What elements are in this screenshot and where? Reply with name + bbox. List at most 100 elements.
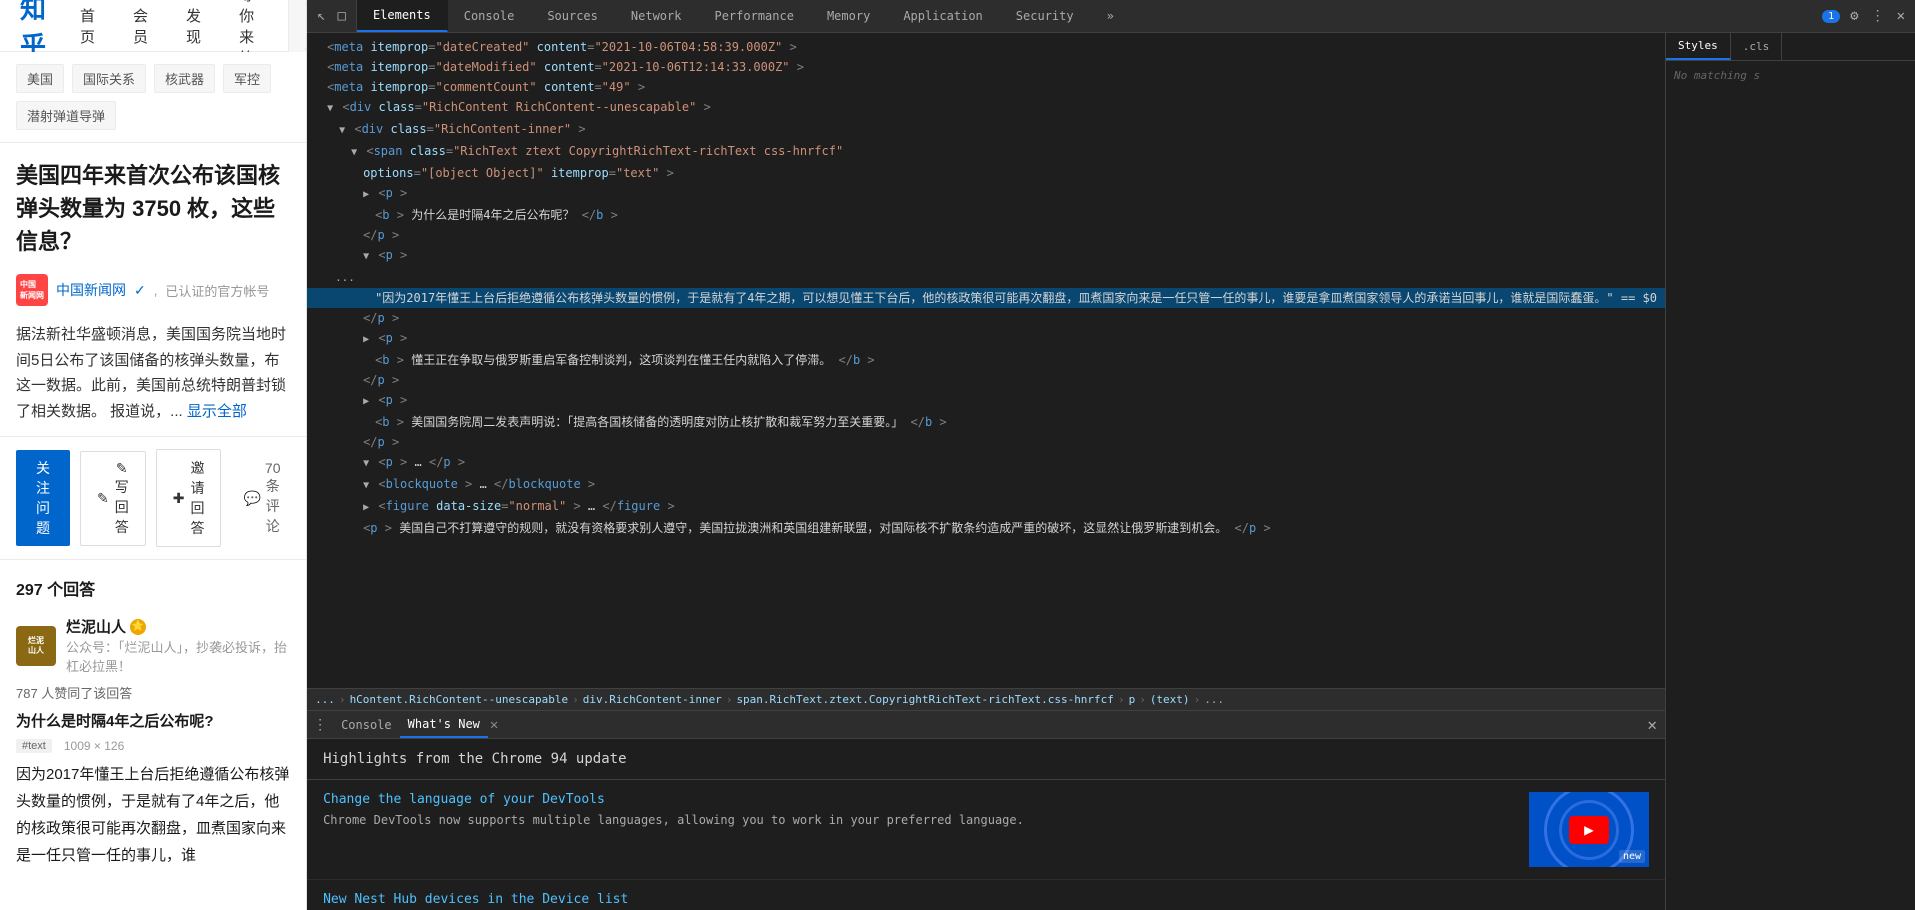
invite-button[interactable]: ✚ 邀请回答: [156, 449, 222, 547]
styles-tab-cls[interactable]: .cls: [1731, 33, 1783, 60]
tab-more[interactable]: »: [1091, 0, 1131, 32]
devtools-body: <meta itemprop="dateCreated" content="20…: [307, 33, 1915, 910]
dom-line[interactable]: <meta itemprop="dateCreated" content="20…: [307, 37, 1665, 57]
verified-icon: ✓: [134, 282, 146, 299]
ellipsis-indicator: ...: [327, 270, 363, 285]
device-toolbar-icon[interactable]: □: [336, 6, 348, 26]
breadcrumb-item[interactable]: div.RichContent-inner: [583, 693, 722, 706]
answer-author-sub: 公众号：「烂泥山人」，抄袭必投诉，抬杠必拉黑！: [66, 637, 290, 675]
devtools-icon-group: ↖ □: [307, 0, 357, 32]
tab-application[interactable]: Application: [887, 0, 999, 32]
answer-likes: 787 人赞同了该回答: [16, 683, 290, 702]
dom-line[interactable]: </p >: [307, 370, 1665, 390]
tag-arms[interactable]: 军控: [223, 64, 271, 93]
answers-section: 297 个回答 烂泥山人 烂泥山人 ⭐ 公众号：「烂泥山人」，抄袭必投诉，抬杠必…: [0, 560, 306, 897]
tab-performance[interactable]: Performance: [698, 0, 810, 32]
dom-line[interactable]: ...: [307, 267, 1665, 288]
author-avatar: 中国新闻网: [16, 274, 48, 306]
nav-vip[interactable]: 会员: [129, 5, 152, 47]
dom-line[interactable]: </p >: [307, 308, 1665, 328]
whats-new-item-desc: Chrome DevTools now supports multiple la…: [323, 811, 1517, 829]
breadcrumb-item[interactable]: (text): [1150, 693, 1190, 706]
tab-console[interactable]: Console: [448, 0, 532, 32]
nav-home[interactable]: 首页: [76, 5, 99, 47]
comment-button[interactable]: 💬 70 条评论: [231, 452, 292, 544]
tab-memory[interactable]: Memory: [811, 0, 887, 32]
devtools-toolbar: ↖ □ Elements Console Sources Network Per…: [307, 0, 1915, 33]
drawer-tab-close-icon[interactable]: ✕: [486, 717, 502, 733]
elements-panel: <meta itemprop="dateCreated" content="20…: [307, 33, 1665, 910]
vertical-dots-icon[interactable]: ⋮: [1869, 6, 1887, 26]
show-all-button[interactable]: 显示全部: [187, 403, 247, 420]
author-name[interactable]: 中国新闻网: [56, 280, 126, 300]
styles-no-match: No matching s: [1666, 61, 1915, 90]
dom-line[interactable]: ▶ <p >: [307, 183, 1665, 205]
dom-line[interactable]: <meta itemprop="dateModified" content="2…: [307, 57, 1665, 77]
gold-badge-icon: ⭐: [130, 619, 146, 635]
dom-line[interactable]: ▼ <p >: [307, 245, 1665, 267]
dom-line[interactable]: options="[object Object]" itemprop="text…: [307, 163, 1665, 183]
breadcrumb-item[interactable]: hContent.RichContent--unescapable: [350, 693, 569, 706]
answer-text-tag: #text: [16, 739, 52, 753]
tab-elements[interactable]: Elements: [357, 0, 448, 32]
whats-new-item-title[interactable]: Change the language of your DevTools: [323, 792, 1517, 807]
comment-icon: 💬: [243, 490, 260, 507]
dom-line[interactable]: <b > 美国国务院周二发表声明说：「提高各国核储备的透明度对防止核扩散和裁军努…: [307, 412, 1665, 432]
tab-security[interactable]: Security: [1000, 0, 1091, 32]
devtools-tabs: Elements Console Sources Network Perform…: [357, 0, 1814, 32]
dom-line[interactable]: ▼ <p > … </p >: [307, 452, 1665, 474]
dom-line[interactable]: <b > 为什么是时隔4年之后公布呢？ </b >: [307, 205, 1665, 225]
dom-line[interactable]: ▼ <div class="RichContent RichContent--u…: [307, 97, 1665, 119]
article-title: 美国四年来首次公布该国核弹头数量为 3750 枚，这些信息？: [0, 143, 306, 266]
close-devtools-icon[interactable]: ✕: [1895, 6, 1907, 26]
settings-icon[interactable]: ⚙: [1848, 6, 1860, 26]
dom-line[interactable]: </p >: [307, 225, 1665, 245]
drawer-tab-whats-new[interactable]: What's New: [400, 711, 488, 738]
article-meta: 中国新闻网 中国新闻网 ✓ , 已认证的官方帐号: [0, 266, 306, 314]
whats-new-text: Change the language of your DevTools Chr…: [323, 792, 1517, 867]
styles-tab-styles[interactable]: Styles: [1666, 33, 1731, 60]
dom-line[interactable]: ▼ <blockquote > … </blockquote >: [307, 474, 1665, 496]
breadcrumb-item[interactable]: ...: [315, 693, 335, 706]
nav-discover[interactable]: 发现: [182, 5, 205, 47]
breadcrumb-item[interactable]: span.RichText.ztext.CopyrightRichText-ri…: [736, 693, 1114, 706]
answer-author-name[interactable]: 烂泥山人 ⭐: [66, 616, 290, 637]
dom-line[interactable]: ▼ <span class="RichText ztext CopyrightR…: [307, 141, 1665, 163]
follow-button[interactable]: 关注问题: [16, 450, 70, 546]
youtube-play-icon[interactable]: ▶: [1569, 816, 1609, 844]
tags-bar: 美国 国际关系 核武器 军控 潜射弹道导弹: [0, 52, 306, 143]
article-summary: 据法新社华盛顿消息，美国国务院当地时间5日公布了该国储备的核弹头数量，布这一数据…: [0, 314, 306, 436]
tag-nuclear[interactable]: 核武器: [154, 64, 215, 93]
new-badge: new: [1619, 850, 1645, 863]
whats-new-item: New Nest Hub devices in the Device list …: [307, 880, 1665, 910]
drawer-close-all-icon[interactable]: ✕: [1639, 715, 1665, 734]
breadcrumb-bar: ... › hContent.RichContent--unescapable …: [307, 688, 1665, 710]
tag-usa[interactable]: 美国: [16, 64, 64, 93]
whats-new-item-title[interactable]: New Nest Hub devices in the Device list: [323, 892, 1649, 907]
dom-line[interactable]: ▶ <p >: [307, 390, 1665, 412]
dom-line[interactable]: <b > 懂王正在争取与俄罗斯重启军备控制谈判，这项谈判在懂王任内就陷入了停滞。…: [307, 350, 1665, 370]
breadcrumb-item[interactable]: p: [1129, 693, 1136, 706]
drawer-content: Highlights from the Chrome 94 update Cha…: [307, 739, 1665, 910]
inspect-element-icon[interactable]: ↖: [315, 6, 327, 26]
tab-network[interactable]: Network: [615, 0, 699, 32]
dom-line[interactable]: <meta itemprop="commentCount" content="4…: [307, 77, 1665, 97]
share-button[interactable]: ✈ 分享: [302, 462, 306, 535]
bottom-drawer: ⋮ Console What's New ✕ ✕ Highlights from…: [307, 710, 1665, 910]
dom-line[interactable]: <p > 美国自己不打算遵守的规则，就没有资格要求别人遵守，美国拉拢澳洲和英国组…: [307, 518, 1665, 538]
tag-missile[interactable]: 潜射弹道导弹: [16, 101, 116, 130]
dom-line[interactable]: ▼ <div class="RichContent-inner" >: [307, 119, 1665, 141]
tag-international[interactable]: 国际关系: [72, 64, 146, 93]
write-answer-button[interactable]: ✎ ✎ 写回答: [80, 451, 146, 546]
invite-icon: ✚: [173, 490, 185, 507]
dom-line[interactable]: ▶ <figure data-size="normal" > … </figur…: [307, 496, 1665, 518]
answer-author: 烂泥山人 烂泥山人 ⭐ 公众号：「烂泥山人」，抄袭必投诉，抬杠必拉黑！: [16, 616, 290, 675]
tab-sources[interactable]: Sources: [531, 0, 615, 32]
dom-line[interactable]: ▶ <p >: [307, 328, 1665, 350]
breadcrumb-trailing: ...: [1204, 693, 1224, 706]
dom-line[interactable]: </p >: [307, 432, 1665, 452]
dom-line-selected[interactable]: "因为2017年懂王上台后拒绝遵循公布核弹头数量的惯例，于是就有了4年之期，可以…: [307, 288, 1665, 308]
drawer-tab-console[interactable]: Console: [333, 711, 400, 738]
drawer-vertical-dots-icon[interactable]: ⋮: [307, 717, 333, 733]
answers-count: 297 个回答: [16, 576, 290, 600]
